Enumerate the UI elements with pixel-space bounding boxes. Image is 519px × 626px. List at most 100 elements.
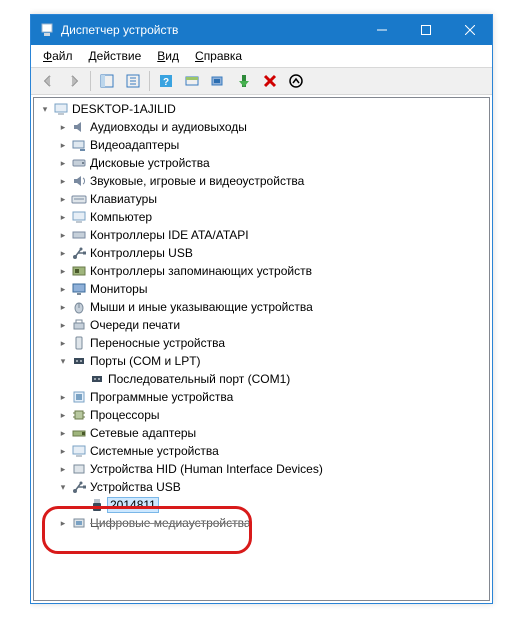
- tree-label: Устройства USB: [90, 480, 181, 494]
- tree-node-video[interactable]: ▸ Видеоадаптеры: [36, 136, 489, 154]
- tree-label: Переносные устройства: [90, 336, 225, 350]
- scan-hardware-button[interactable]: [180, 69, 204, 93]
- tree-node-keyboard[interactable]: ▸ Клавиатуры: [36, 190, 489, 208]
- chevron-right-icon[interactable]: ▸: [56, 390, 70, 404]
- show-hide-console-tree-button[interactable]: [95, 69, 119, 93]
- port-icon: [71, 353, 87, 369]
- tree-label: Контроллеры USB: [90, 246, 193, 260]
- tree-node-ports[interactable]: ▾ Порты (COM и LPT): [36, 352, 489, 370]
- tree-node-cpu[interactable]: ▸ Процессоры: [36, 406, 489, 424]
- chevron-right-icon[interactable]: ▸: [56, 246, 70, 260]
- svg-text:?: ?: [163, 77, 169, 88]
- toolbar: ?: [31, 67, 492, 95]
- tree-node-storage-controllers[interactable]: ▸ Контроллеры запоминающих устройств: [36, 262, 489, 280]
- tree-node-usb-controllers[interactable]: ▸ Контроллеры USB: [36, 244, 489, 262]
- chevron-right-icon[interactable]: ▸: [56, 174, 70, 188]
- tree-node-hid[interactable]: ▸ Устройства HID (Human Interface Device…: [36, 460, 489, 478]
- media-device-icon: [71, 515, 87, 531]
- tree-node-mice[interactable]: ▸ Мыши и иные указывающие устройства: [36, 298, 489, 316]
- menu-file[interactable]: Файл: [35, 47, 81, 65]
- keyboard-icon: [71, 191, 87, 207]
- minimize-button[interactable]: [360, 15, 404, 45]
- chevron-right-icon[interactable]: ▸: [56, 300, 70, 314]
- chevron-right-icon[interactable]: ▸: [56, 282, 70, 296]
- network-icon: [71, 425, 87, 441]
- tree-label: Звуковые, игровые и видеоустройства: [90, 174, 304, 188]
- chevron-down-icon[interactable]: ▾: [38, 102, 52, 116]
- device-tree-pane[interactable]: ▾ DESKTOP-1AJILID ▸ Аудиовходы и аудиовы…: [33, 97, 490, 601]
- tree-label: 2014811: [108, 498, 158, 512]
- tree-node-audio[interactable]: ▸ Аудиовходы и аудиовыходы: [36, 118, 489, 136]
- chevron-right-icon[interactable]: ▸: [56, 120, 70, 134]
- tree-label: Компьютер: [90, 210, 152, 224]
- chevron-right-icon[interactable]: ▸: [56, 336, 70, 350]
- tree-label: Мыши и иные указывающие устройства: [90, 300, 313, 314]
- back-button[interactable]: [36, 69, 60, 93]
- tree-label: Контроллеры запоминающих устройств: [90, 264, 312, 278]
- storage-controller-icon: [71, 263, 87, 279]
- chevron-right-icon[interactable]: ▸: [56, 516, 70, 530]
- device-manager-window: Диспетчер устройств Файл Действие Вид Сп…: [30, 14, 493, 604]
- enable-device-button[interactable]: [232, 69, 256, 93]
- maximize-button[interactable]: [404, 15, 448, 45]
- tree-node-network[interactable]: ▸ Сетевые адаптеры: [36, 424, 489, 442]
- chevron-right-icon[interactable]: ▸: [56, 444, 70, 458]
- software-device-icon: [71, 389, 87, 405]
- chevron-right-icon[interactable]: ▸: [56, 318, 70, 332]
- menu-action[interactable]: Действие: [81, 47, 150, 65]
- tree-node-monitors[interactable]: ▸ Мониторы: [36, 280, 489, 298]
- serial-port-icon: [89, 371, 105, 387]
- tree-node-print-queues[interactable]: ▸ Очереди печати: [36, 316, 489, 334]
- tree-label: Видеоадаптеры: [90, 138, 179, 152]
- tree-node-computer[interactable]: ▸ Компьютер: [36, 208, 489, 226]
- tree-node-media-devices[interactable]: ▸ Цифровые медиаустройства: [36, 514, 489, 532]
- tree-node-disk[interactable]: ▸ Дисковые устройства: [36, 154, 489, 172]
- tree-node-software[interactable]: ▸ Программные устройства: [36, 388, 489, 406]
- tree-label: Программные устройства: [90, 390, 233, 404]
- system-device-icon: [71, 443, 87, 459]
- chevron-right-icon[interactable]: ▸: [56, 228, 70, 242]
- tree-node-system[interactable]: ▸ Системные устройства: [36, 442, 489, 460]
- disable-device-button[interactable]: [284, 69, 308, 93]
- help-button[interactable]: ?: [154, 69, 178, 93]
- chevron-right-icon[interactable]: ▸: [56, 264, 70, 278]
- tree-node-usb-devices[interactable]: ▾ Устройства USB: [36, 478, 489, 496]
- properties-button[interactable]: [121, 69, 145, 93]
- update-driver-button[interactable]: [206, 69, 230, 93]
- chevron-right-icon[interactable]: ▸: [56, 210, 70, 224]
- menu-help[interactable]: Справка: [187, 47, 250, 65]
- chevron-right-icon[interactable]: ▸: [56, 138, 70, 152]
- tree-label: Цифровые медиаустройства: [90, 516, 251, 530]
- menu-view[interactable]: Вид: [149, 47, 187, 65]
- chevron-down-icon[interactable]: ▾: [56, 480, 70, 494]
- usb-device-icon: [89, 497, 105, 513]
- tree-root[interactable]: ▾ DESKTOP-1AJILID: [36, 100, 489, 118]
- tree-label: Процессоры: [90, 408, 160, 422]
- menubar: Файл Действие Вид Справка: [31, 45, 492, 67]
- hid-icon: [71, 461, 87, 477]
- forward-button[interactable]: [62, 69, 86, 93]
- audio-icon: [71, 119, 87, 135]
- tree-label: Очереди печати: [90, 318, 180, 332]
- chevron-right-icon[interactable]: ▸: [56, 192, 70, 206]
- chevron-right-icon[interactable]: ▸: [56, 426, 70, 440]
- tree-node-ide[interactable]: ▸ Контроллеры IDE ATA/ATAPI: [36, 226, 489, 244]
- usb-icon: [71, 245, 87, 261]
- chevron-right-icon[interactable]: ▸: [56, 156, 70, 170]
- chevron-right-icon[interactable]: ▸: [56, 462, 70, 476]
- window-title: Диспетчер устройств: [61, 23, 178, 37]
- tree-label: Мониторы: [90, 282, 147, 296]
- tree-node-portable[interactable]: ▸ Переносные устройства: [36, 334, 489, 352]
- chevron-right-icon[interactable]: ▸: [56, 408, 70, 422]
- tree-label: Порты (COM и LPT): [90, 354, 201, 368]
- tree-node-serial-port[interactable]: Последовательный порт (COM1): [36, 370, 489, 388]
- monitor-icon: [71, 281, 87, 297]
- tree-label: Сетевые адаптеры: [90, 426, 196, 440]
- tree-node-sound[interactable]: ▸ Звуковые, игровые и видеоустройства: [36, 172, 489, 190]
- uninstall-device-button[interactable]: [258, 69, 282, 93]
- app-icon: [39, 22, 55, 38]
- tree-node-usb-item[interactable]: 2014811: [36, 496, 489, 514]
- close-button[interactable]: [448, 15, 492, 45]
- mouse-icon: [71, 299, 87, 315]
- chevron-down-icon[interactable]: ▾: [56, 354, 70, 368]
